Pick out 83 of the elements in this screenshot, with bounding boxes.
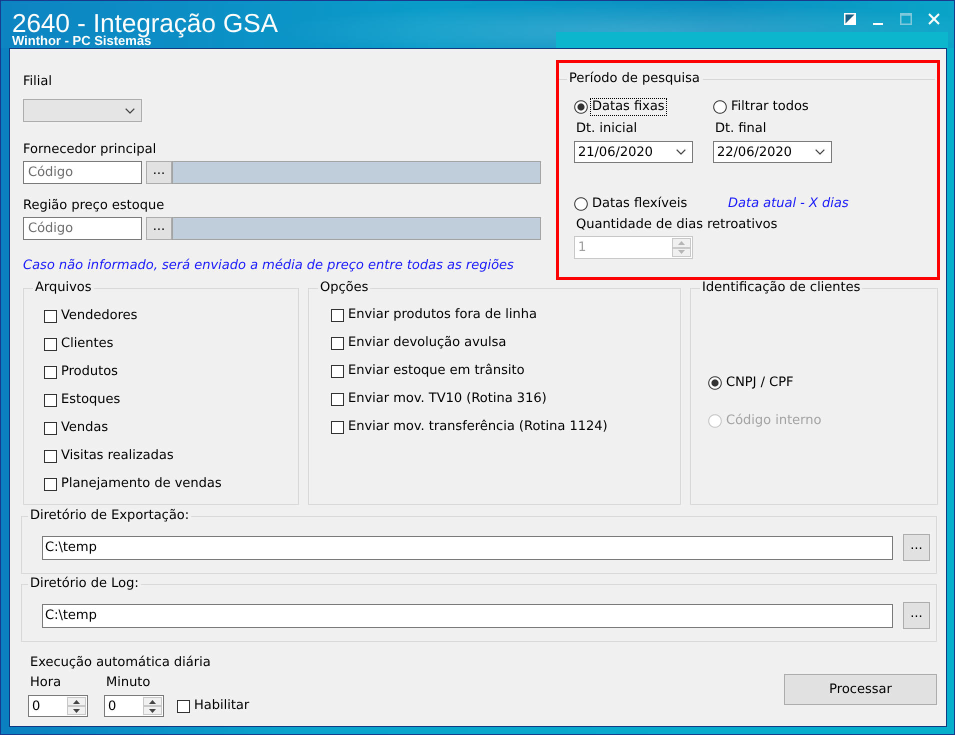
app-subtitle: Winthor - PC Sistemas: [12, 34, 152, 47]
radio-button[interactable]: [713, 100, 727, 114]
checkbox[interactable]: [331, 308, 344, 322]
checkbox[interactable]: [44, 310, 57, 322]
group-title: Período de pesquisa: [568, 71, 700, 87]
group-title: Diretório de Log:: [29, 576, 140, 592]
caret-up-icon: [678, 240, 685, 245]
contrast-icon: [844, 13, 856, 25]
checkbox[interactable]: [331, 336, 344, 350]
caret-up-icon: [149, 700, 156, 704]
checkbox[interactable]: [44, 394, 57, 406]
spin-field[interactable]: 0: [104, 695, 164, 717]
maximize-icon: [900, 13, 912, 25]
spin-up-button[interactable]: [67, 697, 86, 706]
checkbox-label[interactable]: Enviar produtos fora de linha: [346, 306, 539, 324]
checkbox[interactable]: [177, 700, 190, 712]
caret-down-icon: [678, 250, 685, 254]
checkbox[interactable]: [331, 364, 344, 378]
checkbox-label[interactable]: Visitas realizadas: [59, 447, 176, 465]
checkbox[interactable]: [44, 450, 57, 462]
minimize-icon: [873, 22, 883, 24]
radio-label[interactable]: Datas flexíveis: [590, 195, 690, 213]
checkbox-label[interactable]: Enviar estoque em trânsito: [346, 362, 527, 380]
code-field[interactable]: Código: [23, 161, 142, 184]
chevron-down-icon: [815, 149, 825, 155]
field-label: Fornecedor principal: [23, 142, 156, 158]
code-field[interactable]: Código: [23, 217, 142, 240]
chevron-down-icon: [676, 149, 686, 155]
radio-button[interactable]: [574, 197, 588, 211]
field-label: Quantidade de dias retroativos: [575, 217, 778, 233]
path-field[interactable]: C:\temp: [42, 536, 893, 560]
radio-label[interactable]: Datas fixas: [590, 98, 667, 116]
checkbox[interactable]: [331, 392, 344, 406]
spin-down-button[interactable]: [143, 706, 162, 715]
checkbox-label[interactable]: Enviar devolução avulsa: [346, 334, 508, 352]
caret-down-icon: [73, 708, 80, 712]
group-title: Identificação de clientes: [701, 280, 862, 296]
lookup-button[interactable]: ...: [146, 217, 172, 240]
path-field[interactable]: C:\temp: [42, 604, 893, 628]
checkbox-label[interactable]: Clientes: [59, 335, 116, 353]
date-dropdown[interactable]: 22/06/2020: [713, 141, 832, 163]
checkbox-label[interactable]: Enviar mov. transferência (Rotina 1124): [346, 418, 610, 436]
field-label: Filial: [23, 74, 52, 90]
checkbox-label[interactable]: Produtos: [59, 363, 120, 381]
checkbox[interactable]: [44, 422, 57, 434]
chevron-down-icon: [125, 108, 135, 114]
field-label: Dt. inicial: [575, 121, 638, 137]
section-title: Execução automática diária: [29, 655, 211, 671]
checkbox[interactable]: [44, 366, 57, 378]
field-label: Hora: [29, 675, 62, 691]
field-label: Região preço estoque: [23, 198, 164, 214]
spin-field[interactable]: 0: [28, 695, 88, 717]
radio-button[interactable]: [574, 100, 588, 114]
lookup-button[interactable]: ...: [146, 161, 172, 184]
checkbox[interactable]: [331, 420, 344, 434]
caret-down-icon: [149, 708, 156, 712]
checkbox[interactable]: [44, 478, 57, 490]
browse-button[interactable]: ...: [903, 534, 930, 561]
group-title: Arquivos: [34, 280, 93, 296]
group-title: Opções: [319, 280, 370, 296]
info-note: Caso não informado, será enviado a média de preço entre todas as regiões: [23, 258, 514, 274]
process-button[interactable]: Processar: [784, 674, 937, 705]
radio-label[interactable]: Filtrar todos: [729, 98, 811, 116]
field-label: Minuto: [105, 675, 150, 691]
spin-down-button[interactable]: [67, 706, 86, 715]
window-title: 2640 - Integração GSA: [12, 9, 278, 37]
checkbox-label[interactable]: Enviar mov. TV10 (Rotina 316): [346, 390, 549, 408]
checkbox-label[interactable]: Vendas: [59, 419, 110, 437]
checkbox-label[interactable]: Vendedores: [59, 307, 140, 325]
spin-up-button[interactable]: [143, 697, 162, 706]
radio-button[interactable]: [708, 376, 722, 390]
checkbox-label[interactable]: Estoques: [59, 391, 122, 409]
date-dropdown[interactable]: 21/06/2020: [574, 141, 693, 163]
close-icon: [928, 13, 940, 25]
checkbox-label[interactable]: Planejamento de vendas: [59, 475, 224, 493]
group-title: Diretório de Exportação:: [29, 508, 190, 524]
browse-button[interactable]: ...: [903, 602, 930, 629]
radio-label[interactable]: CNPJ / CPF: [724, 374, 796, 392]
caret-up-icon: [73, 700, 80, 704]
checkbox-label[interactable]: Habilitar: [192, 697, 252, 715]
field-label: Dt. final: [714, 121, 766, 137]
checkbox[interactable]: [44, 338, 57, 350]
hint-text: Data atual - X dias: [728, 195, 849, 213]
